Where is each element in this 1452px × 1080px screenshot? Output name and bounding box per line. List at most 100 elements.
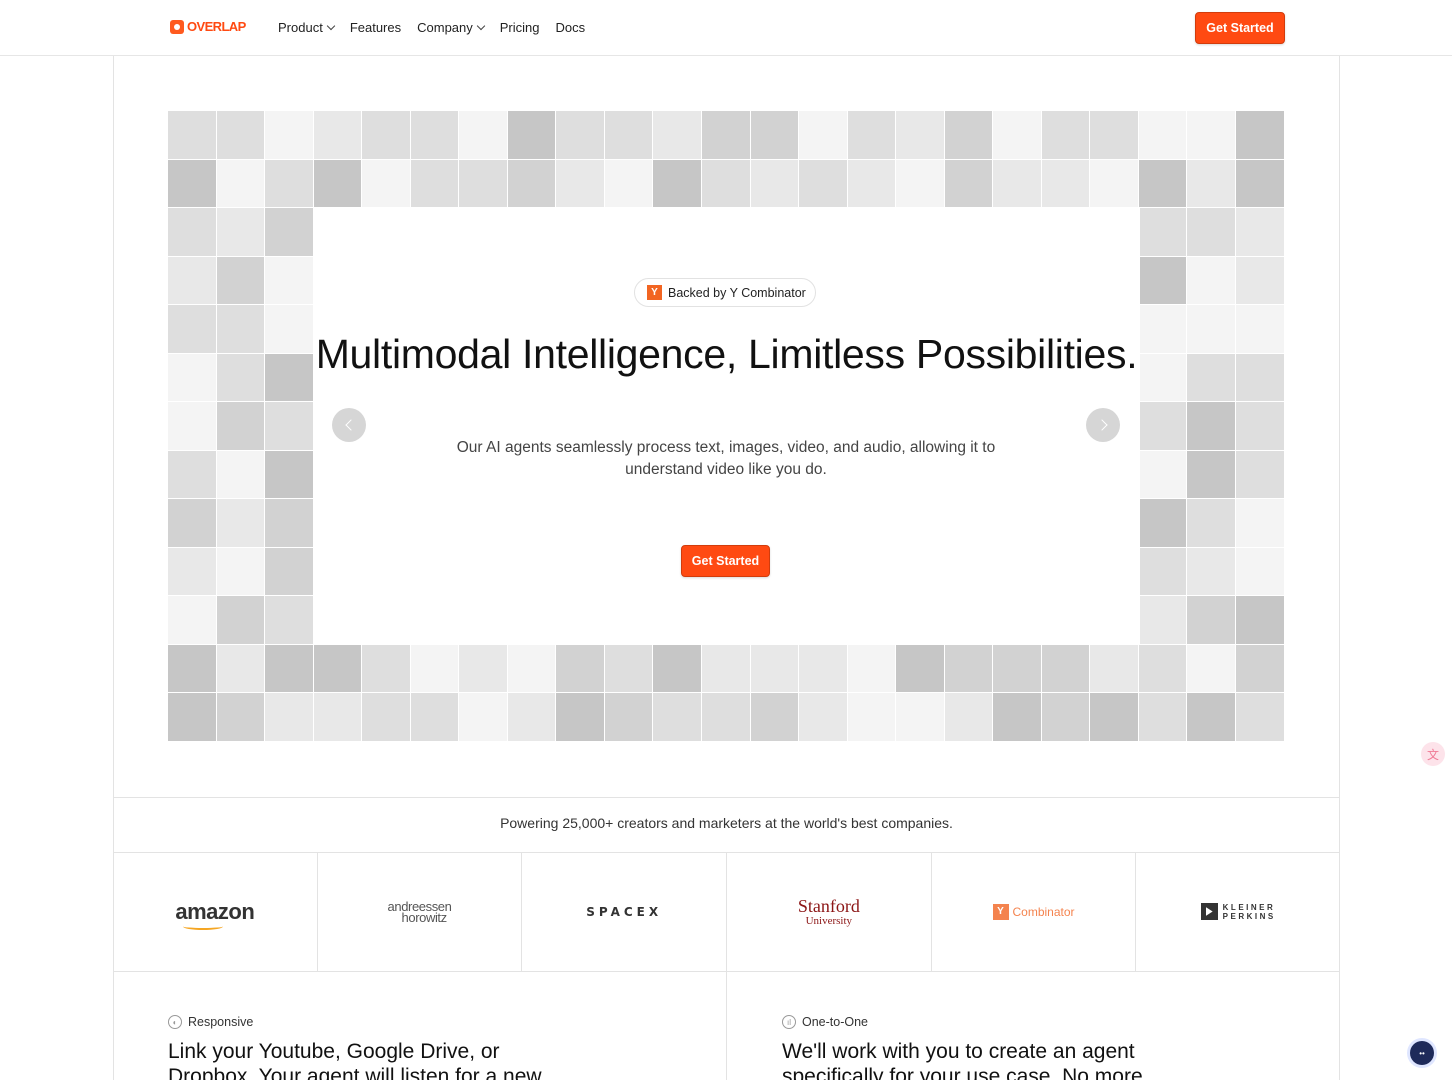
- mosaic-tile: [847, 693, 897, 742]
- feature-tag: ıl One-to-One: [782, 1015, 1182, 1029]
- logo-spacex: SPACEX: [522, 852, 728, 971]
- amazon-wordmark: amazon: [175, 898, 255, 930]
- mosaic-tile: [653, 159, 703, 209]
- mosaic-tile: [168, 693, 217, 742]
- mosaic-tile: [362, 159, 411, 209]
- mosaic-tile: [896, 693, 945, 742]
- mosaic-tile: [1138, 353, 1188, 403]
- logo-ycombinator: Y Combinator: [932, 852, 1137, 971]
- mosaic-tile: [216, 402, 266, 451]
- mosaic-tile: [1138, 208, 1188, 257]
- mosaic-tile: [556, 111, 605, 160]
- mosaic-tile: [1138, 256, 1188, 306]
- top-navbar: OVERLAP Product Features Company Pricing…: [0, 0, 1452, 56]
- mosaic-tile: [653, 111, 703, 160]
- nav-product[interactable]: Product: [278, 20, 336, 35]
- mosaic-tile: [265, 256, 314, 306]
- mosaic-tile: [168, 159, 217, 209]
- nav-company[interactable]: Company: [417, 20, 486, 35]
- mosaic-tile: [1236, 499, 1285, 548]
- hero-get-started-button[interactable]: Get Started: [681, 545, 770, 577]
- mosaic-tile: [507, 111, 557, 160]
- overlap-logo[interactable]: OVERLAP: [170, 19, 246, 34]
- mosaic-tile: [702, 644, 751, 694]
- mosaic-tile: [265, 305, 314, 354]
- carousel-next-button[interactable]: [1086, 408, 1120, 442]
- mosaic-tile: [896, 111, 945, 160]
- chat-bot-icon[interactable]: ••: [1410, 1041, 1434, 1065]
- mosaic-tile: [847, 159, 897, 209]
- mosaic-tile: [653, 693, 703, 742]
- mosaic-tile: [1236, 693, 1285, 742]
- mosaic-tile: [1187, 305, 1237, 354]
- mosaic-tile: [896, 644, 945, 694]
- nav-get-started-button[interactable]: Get Started: [1195, 12, 1285, 44]
- mosaic-tile: [168, 644, 217, 694]
- mosaic-tile: [362, 644, 411, 694]
- feature-description: We'll work with you to create an agent s…: [782, 1040, 1143, 1080]
- mosaic-tile: [1187, 111, 1237, 160]
- mosaic-tile: [750, 159, 800, 209]
- mosaic-tile: [653, 644, 703, 694]
- mosaic-tile: [556, 644, 605, 694]
- nav-pricing[interactable]: Pricing: [500, 20, 540, 35]
- overlap-logo-icon: [170, 19, 184, 34]
- chevron-right-icon: [1095, 419, 1108, 431]
- mosaic-tile: [168, 208, 217, 257]
- mosaic-tile: [313, 644, 363, 694]
- mosaic-tile: [265, 499, 314, 548]
- mosaic-tile: [1236, 353, 1285, 403]
- social-proof-text: Powering 25,000+ creators and marketers …: [500, 815, 953, 831]
- customer-logos: amazon andreessen horowitz SPACEX Stanfo…: [113, 852, 1340, 971]
- divider: [113, 797, 1340, 798]
- mosaic-tile: [1187, 353, 1237, 403]
- ycombinator-wordmark: Y Combinator: [992, 903, 1075, 920]
- mosaic-tile: [1187, 256, 1237, 306]
- mosaic-tile: [1236, 547, 1285, 597]
- mosaic-tile: [993, 693, 1042, 742]
- mosaic-tile: [1090, 111, 1139, 160]
- mosaic-tile: [265, 644, 314, 694]
- nav-docs[interactable]: Docs: [556, 20, 586, 35]
- mosaic-tile: [168, 305, 217, 354]
- mosaic-tile: [1090, 693, 1139, 742]
- feature-one-to-one: ıl One-to-One We'll work with you to cre…: [782, 1015, 1182, 1080]
- nav-features[interactable]: Features: [350, 20, 401, 35]
- mosaic-tile: [216, 159, 266, 209]
- logo-stanford: Stanford University: [727, 852, 932, 971]
- mosaic-tile: [1138, 159, 1188, 209]
- mosaic-tile: [556, 159, 605, 209]
- mosaic-tile: [702, 111, 751, 160]
- mosaic-tile: [168, 596, 217, 645]
- mosaic-tile: [944, 644, 994, 694]
- mosaic-tile: [1236, 402, 1285, 451]
- stanford-wordmark: Stanford University: [798, 897, 860, 927]
- feature-column-divider: [726, 971, 727, 1080]
- mosaic-tile: [216, 547, 266, 597]
- nav-pricing-label: Pricing: [499, 20, 540, 35]
- mosaic-tile: [944, 159, 994, 209]
- carousel-prev-button[interactable]: [332, 408, 366, 442]
- mosaic-tile: [507, 159, 557, 209]
- mosaic-tile: [604, 693, 654, 742]
- mosaic-tile: [410, 111, 460, 160]
- translate-icon[interactable]: 文: [1421, 742, 1445, 766]
- mosaic-tile: [1236, 256, 1285, 306]
- mosaic-tile: [168, 402, 217, 451]
- stanford-line1: Stanford: [797, 895, 860, 916]
- nav-links: Product Features Company Pricing Docs: [278, 20, 585, 35]
- mosaic-tile: [265, 693, 314, 742]
- logo-kleiner-perkins: KLEINER PERKINS: [1136, 852, 1340, 971]
- hero-card: [313, 208, 1140, 645]
- mosaic-tile: [265, 402, 314, 451]
- mosaic-tile: [168, 111, 217, 160]
- mosaic-tile: [216, 256, 266, 306]
- mosaic-tile: [216, 208, 266, 257]
- mosaic-tile: [1138, 693, 1188, 742]
- mosaic-tile: [1138, 111, 1188, 160]
- mosaic-tile: [459, 159, 508, 209]
- mosaic-tile: [216, 499, 266, 548]
- mosaic-tile: [1236, 159, 1285, 209]
- mosaic-tile: [1090, 159, 1139, 209]
- chevron-left-icon: [344, 419, 357, 431]
